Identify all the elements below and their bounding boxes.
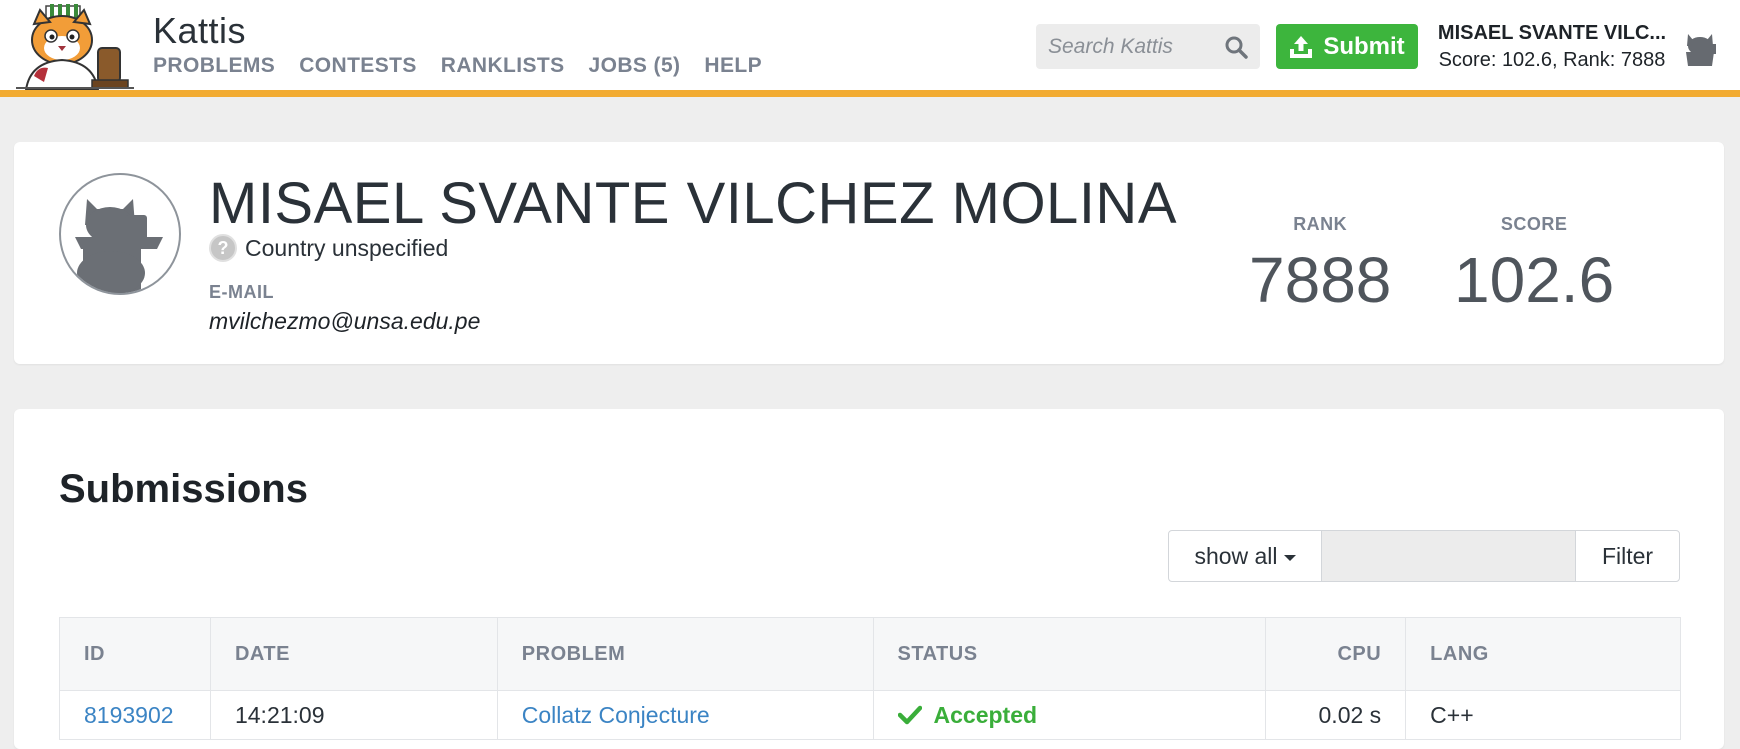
table-row: 8193902 14:21:09 Collatz Conjecture Acce… — [59, 690, 1681, 740]
nav-help[interactable]: HELP — [704, 54, 762, 78]
search-input[interactable] — [1036, 24, 1228, 69]
problem-link[interactable]: Collatz Conjecture — [522, 702, 710, 728]
user-name: MISAEL SVANTE VILC... — [1437, 22, 1667, 44]
score-label: SCORE — [1500, 214, 1568, 234]
user-score-rank: Score: 102.6, Rank: 7888 — [1438, 49, 1666, 71]
show-all-label: show all — [1194, 542, 1278, 569]
status-text: Accepted — [933, 701, 1038, 728]
search-icon[interactable] — [1224, 35, 1248, 59]
email-label: E-MAIL — [209, 282, 274, 302]
nav-problems[interactable]: PROBLEMS — [153, 54, 275, 78]
main-nav: PROBLEMS CONTESTS RANKLISTS JOBS (5) HEL… — [153, 54, 762, 78]
top-bar: Kattis PROBLEMS CONTESTS RANKLISTS JOBS … — [0, 0, 1740, 97]
search-box — [1036, 24, 1260, 69]
col-date[interactable]: DATE — [210, 617, 498, 691]
score-value: 102.6 — [1454, 244, 1615, 316]
upload-icon — [1290, 35, 1313, 58]
status-accepted: Accepted — [897, 701, 1242, 729]
table-header-row: ID DATE PROBLEM STATUS CPU LANG — [59, 617, 1681, 691]
submit-label: Submit — [1323, 32, 1405, 60]
email-value: mvilchezmo@unsa.edu.pe — [209, 308, 481, 334]
profile-avatar — [59, 173, 181, 295]
nav-ranklists[interactable]: RANKLISTS — [441, 54, 565, 78]
caret-down-icon — [1283, 554, 1296, 561]
cat-silhouette-icon — [75, 199, 163, 293]
submissions-table: ID DATE PROBLEM STATUS CPU LANG 8193902 … — [59, 617, 1681, 740]
user-avatar-icon[interactable] — [1682, 30, 1718, 68]
rank-stat: RANK 7888 — [1249, 214, 1391, 317]
filter-input[interactable] — [1322, 531, 1576, 581]
profile-country: ? Country unspecified — [209, 234, 448, 262]
col-status[interactable]: STATUS — [873, 617, 1267, 691]
submission-cpu: 0.02 s — [1265, 690, 1407, 740]
col-id[interactable]: ID — [59, 617, 211, 691]
unknown-flag-icon: ? — [209, 234, 237, 262]
submission-id-link[interactable]: 8193902 — [84, 702, 174, 728]
col-lang[interactable]: LANG — [1405, 617, 1681, 691]
score-stat: SCORE 102.6 — [1454, 214, 1614, 317]
checkmark-icon — [897, 705, 922, 725]
filter-button[interactable]: Filter — [1576, 531, 1679, 581]
nav-jobs[interactable]: JOBS (5) — [589, 54, 681, 78]
col-problem[interactable]: PROBLEM — [497, 617, 874, 691]
rank-label: RANK — [1293, 214, 1348, 234]
submissions-card: Submissions show all Filter ID DATE PROB… — [14, 409, 1724, 749]
nav-contests[interactable]: CONTESTS — [299, 54, 417, 78]
submissions-title: Submissions — [59, 467, 308, 511]
profile-card: MISAEL SVANTE VILCHEZ MOLINA ? Country u… — [14, 142, 1724, 364]
submission-lang: C++ — [1430, 701, 1474, 728]
brand-title[interactable]: Kattis — [153, 10, 246, 52]
profile-name: MISAEL SVANTE VILCHEZ MOLINA — [209, 171, 1177, 236]
rank-value: 7888 — [1249, 244, 1392, 316]
submit-button[interactable]: Submit — [1276, 24, 1418, 69]
filter-group: show all Filter — [1168, 530, 1680, 582]
col-cpu[interactable]: CPU — [1265, 617, 1407, 691]
show-all-dropdown[interactable]: show all — [1169, 531, 1322, 581]
country-text: Country unspecified — [245, 234, 449, 261]
kattis-logo[interactable] — [16, 2, 134, 90]
submission-date: 14:21:09 — [210, 690, 498, 740]
user-menu[interactable]: MISAEL SVANTE VILC... Score: 102.6, Rank… — [1432, 22, 1672, 72]
